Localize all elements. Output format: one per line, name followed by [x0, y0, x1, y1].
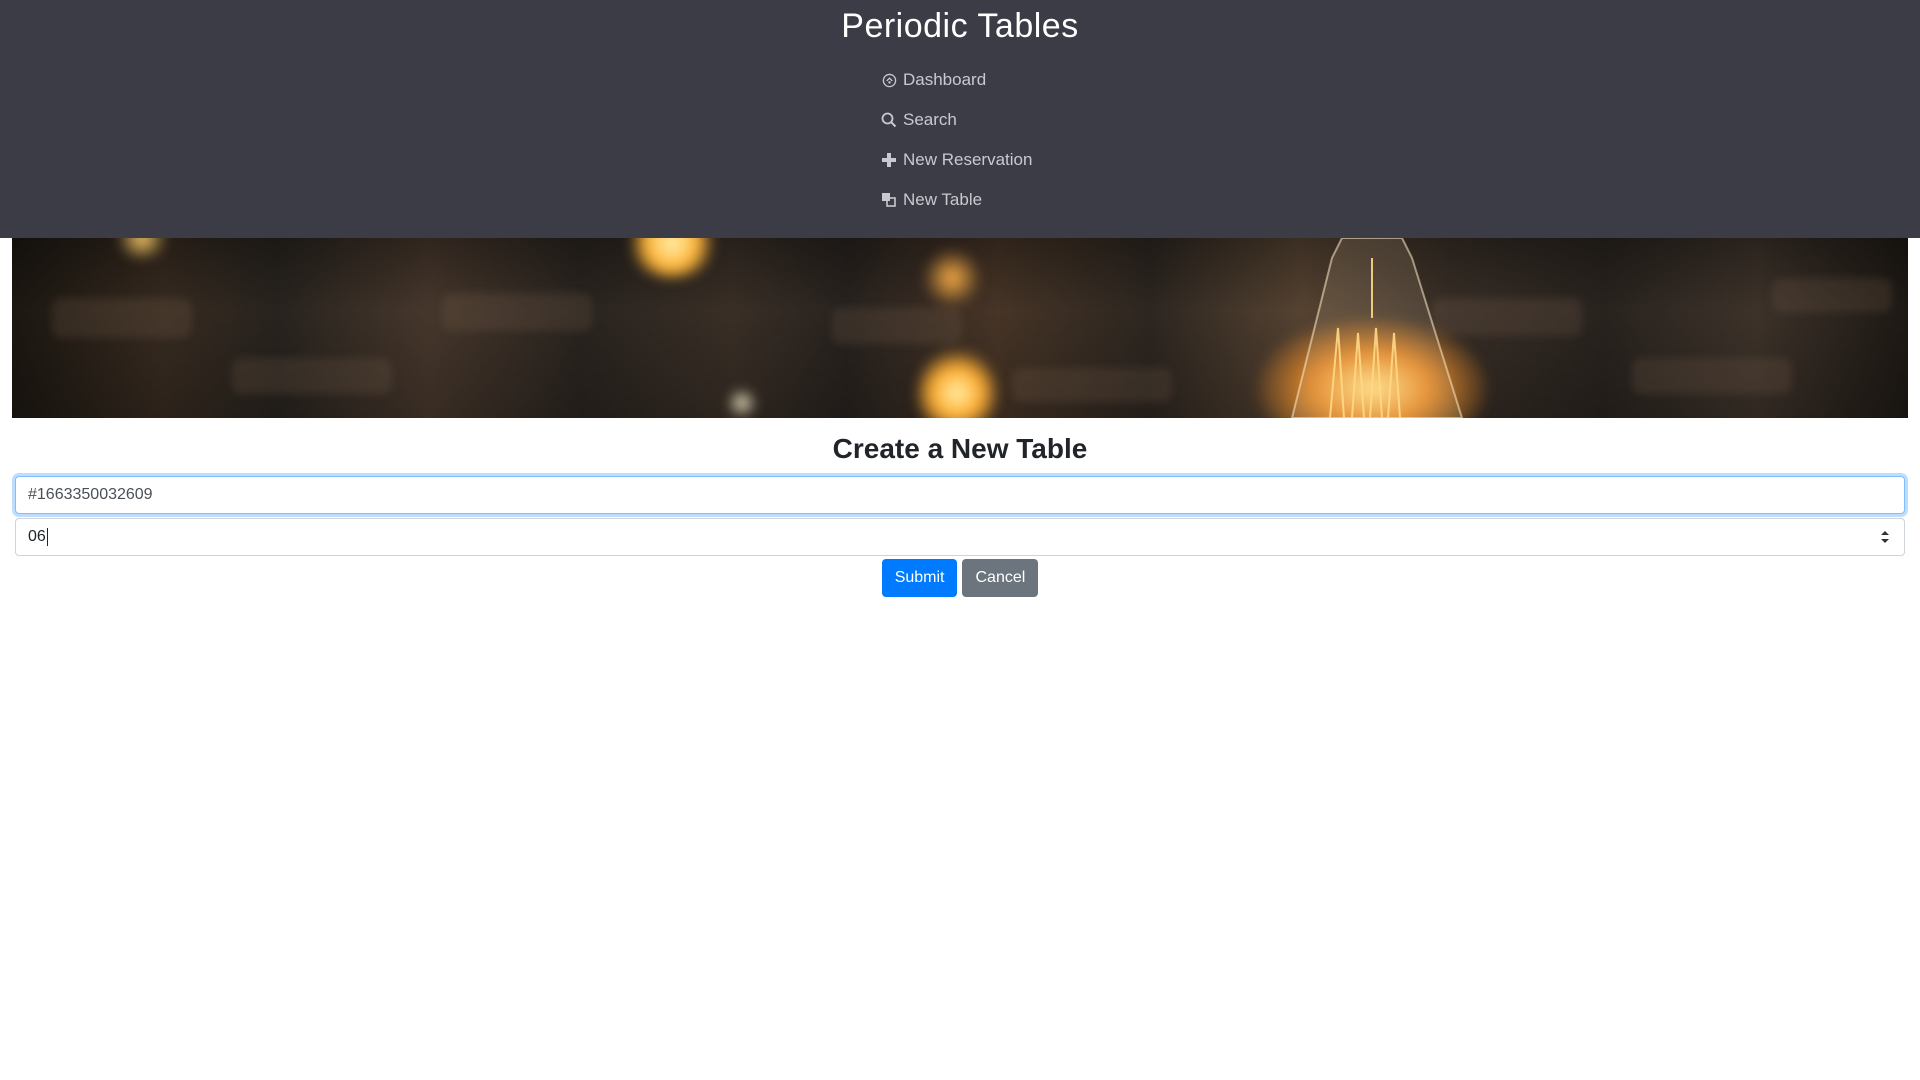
nav-item-new-reservation[interactable]: New Reservation	[880, 140, 1032, 180]
capacity-value: 06	[28, 528, 46, 545]
nav-item-dashboard[interactable]: Dashboard	[880, 60, 1032, 100]
main-nav: Dashboard Search New Reservation New Tab…	[880, 60, 1032, 220]
nav-item-label: Search	[903, 110, 957, 129]
top-header: Periodic Tables Dashboard Search New Res…	[0, 0, 1920, 238]
nav-item-label: Dashboard	[903, 70, 987, 89]
nav-item-label: New Reservation	[903, 150, 1033, 169]
hero-banner-image	[12, 238, 1908, 418]
capacity-input[interactable]: 06	[15, 518, 1905, 556]
nav-item-label: New Table	[903, 190, 983, 209]
text-cursor	[46, 528, 48, 546]
table-icon	[880, 191, 898, 209]
nav-item-new-table[interactable]: New Table	[880, 180, 1032, 220]
number-stepper-icon[interactable]	[1880, 529, 1890, 545]
nav-item-search[interactable]: Search	[880, 100, 1032, 140]
page-title: Create a New Table	[832, 433, 1088, 464]
search-icon	[880, 111, 898, 129]
app-title: Periodic Tables	[841, 7, 1079, 45]
table-name-input[interactable]	[15, 476, 1905, 514]
plus-icon	[880, 151, 898, 169]
submit-button[interactable]: Submit	[881, 559, 958, 597]
form-actions: Submit Cancel	[0, 559, 1920, 597]
cancel-button[interactable]: Cancel	[962, 559, 1039, 597]
dashboard-icon	[880, 71, 898, 89]
light-bulb-icon	[1290, 238, 1464, 418]
